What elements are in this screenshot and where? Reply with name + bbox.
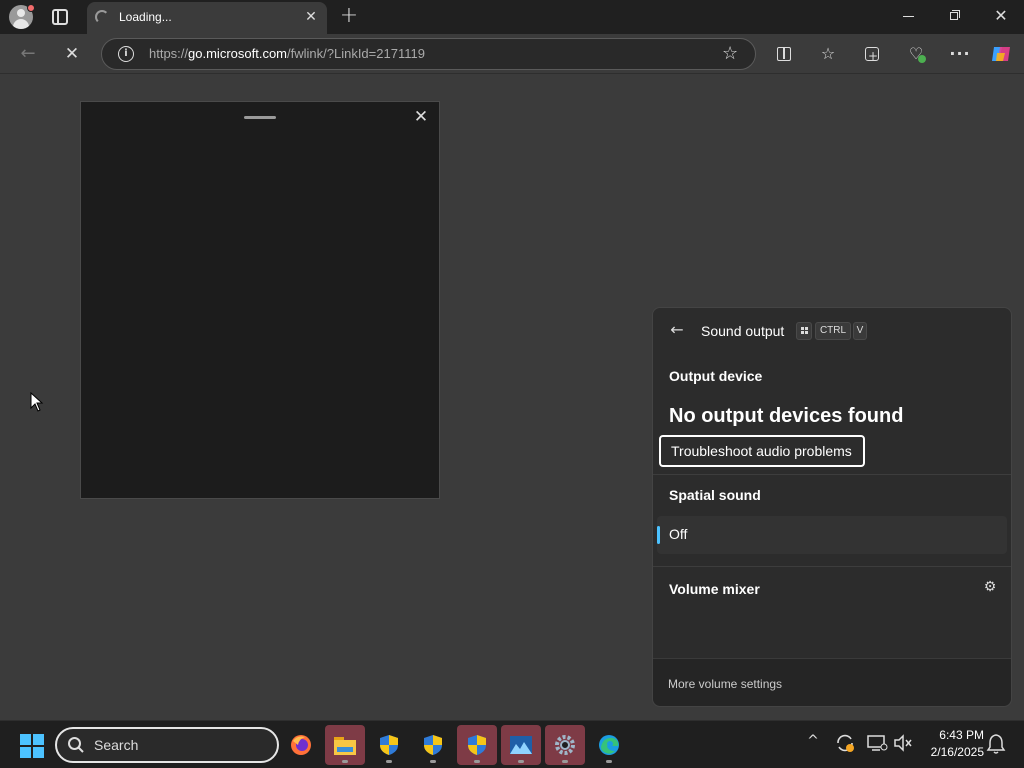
flyout-title: Sound output (701, 323, 785, 339)
divider (653, 474, 1011, 475)
windows-start-icon[interactable] (20, 734, 44, 758)
info-icon[interactable]: i (118, 46, 134, 62)
loading-dialog: ✕ (80, 101, 440, 499)
no-devices-message: No output devices found (669, 405, 904, 427)
flyout-footer: More volume settings (653, 658, 1011, 706)
settings-icon[interactable] (545, 725, 585, 765)
shortcut-key-ctrl: CTRL (815, 322, 851, 340)
url-text[interactable]: https://go.microsoft.com/fwlink/?LinkId=… (149, 46, 425, 61)
sync-icon[interactable] (834, 732, 856, 754)
collections-icon[interactable] (860, 42, 884, 68)
security-shield-icon[interactable] (369, 725, 409, 765)
window-close-button[interactable]: ✕ (986, 5, 1016, 27)
browser-tab[interactable]: Loading... ✕ (87, 2, 327, 34)
windows-key-icon (796, 322, 812, 340)
spatial-sound-heading: Spatial sound (669, 487, 761, 503)
star-icon[interactable]: ☆ (722, 43, 738, 64)
url-path: /fwlink/?LinkId=2171119 (287, 46, 425, 61)
dialog-close-icon[interactable]: ✕ (411, 107, 431, 127)
browser-essentials-icon[interactable]: ♡ (904, 42, 928, 66)
network-icon[interactable] (866, 733, 888, 753)
troubleshoot-button[interactable]: Troubleshoot audio problems (659, 435, 865, 467)
title-bar: Loading... ✕ + ✕ (0, 0, 1024, 34)
gear-icon[interactable]: ⚙ (981, 578, 999, 596)
file-explorer-icon[interactable] (325, 725, 365, 765)
loading-spinner-icon (95, 10, 109, 24)
tab-title: Loading... (119, 10, 172, 24)
favorites-icon[interactable]: ☆ (816, 42, 840, 66)
selection-indicator (657, 526, 660, 544)
clock-date[interactable]: 2/16/2025 (916, 745, 984, 759)
mouse-cursor-icon (30, 392, 44, 412)
search-icon (68, 737, 84, 753)
notification-bell-icon[interactable] (986, 733, 1006, 755)
restore-button[interactable] (940, 5, 970, 27)
edge-icon[interactable] (589, 725, 629, 765)
split-screen-icon[interactable] (772, 42, 796, 66)
volume-mixer-heading: Volume mixer (669, 581, 760, 597)
drag-handle[interactable] (244, 116, 276, 119)
taskbar-search-box[interactable]: Search (55, 727, 279, 763)
url-scheme: https:// (149, 46, 189, 61)
security-shield-icon[interactable] (413, 725, 453, 765)
status-dot (918, 55, 926, 63)
copilot-icon[interactable] (990, 43, 1012, 65)
volume-muted-icon[interactable] (892, 733, 914, 753)
more-volume-settings-link[interactable]: More volume settings (668, 677, 782, 691)
more-icon[interactable]: ··· (948, 42, 972, 66)
security-shield-icon[interactable] (457, 725, 497, 765)
spatial-sound-option[interactable]: Off (657, 516, 1007, 554)
tab-actions-icon[interactable] (52, 9, 68, 25)
new-tab-button[interactable]: + (338, 5, 360, 27)
notification-dot (27, 4, 35, 12)
divider (653, 566, 1011, 567)
chevron-up-icon[interactable]: ^ (804, 733, 822, 751)
output-device-heading: Output device (669, 368, 763, 384)
tab-close-icon[interactable]: ✕ (302, 8, 320, 26)
minimize-button[interactable] (894, 5, 924, 27)
search-placeholder: Search (94, 737, 139, 753)
shortcut-key-v: V (853, 322, 867, 340)
stop-button[interactable]: ✕ (60, 43, 84, 65)
address-bar[interactable]: i https://go.microsoft.com/fwlink/?LinkI… (101, 38, 756, 70)
back-button[interactable]: ← (16, 43, 40, 65)
sound-output-flyout: ← Sound output CTRL V Output device No o… (652, 307, 1012, 707)
clock-time[interactable]: 6:43 PM (926, 728, 984, 742)
firefox-icon[interactable] (281, 725, 321, 765)
image-viewer-icon[interactable] (501, 725, 541, 765)
url-domain: go.microsoft.com (188, 46, 288, 61)
back-arrow-icon[interactable]: ← (667, 320, 687, 340)
spatial-sound-value: Off (669, 526, 688, 542)
